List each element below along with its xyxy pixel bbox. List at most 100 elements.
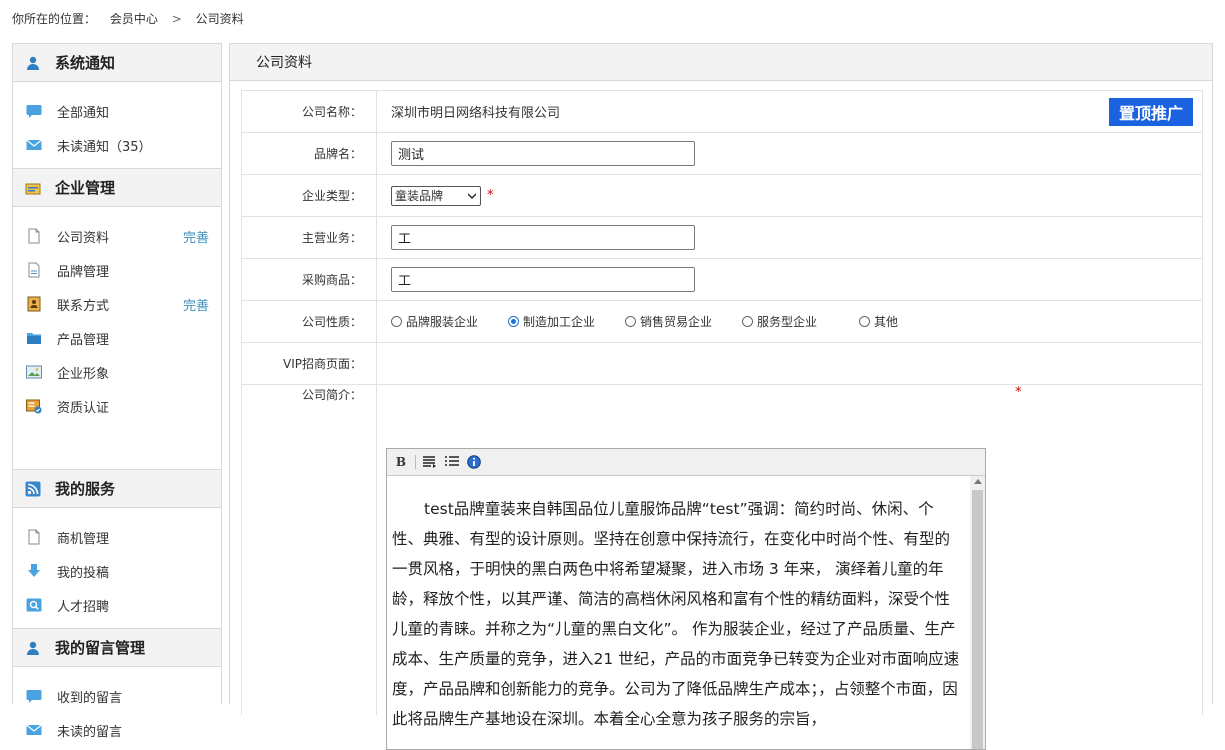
sidebar-section-title: 我的留言管理 <box>55 639 146 657</box>
editor-scrollbar[interactable] <box>970 476 985 749</box>
toolbar-divider <box>415 455 416 469</box>
download-arrow-icon <box>26 563 42 579</box>
company-type-label: 企业类型： <box>242 175 377 216</box>
info-button[interactable] <box>466 454 482 470</box>
main-panel: 公司资料 公司名称： 深圳市明日网络科技有限公司 置顶推广 品牌名： 企业类型：… <box>229 43 1213 750</box>
sidebar-section-title: 我的服务 <box>55 480 116 498</box>
list-icon <box>445 456 459 466</box>
sidebar-item[interactable]: 人才招聘 <box>13 588 221 622</box>
row-business: 主营业务： <box>242 217 1202 259</box>
indent-button[interactable] <box>422 454 438 470</box>
radio-brand-apparel[interactable]: 品牌服装企业 <box>391 313 478 330</box>
row-brand: 品牌名： <box>242 133 1202 175</box>
purchase-input[interactable] <box>391 267 695 292</box>
list-button[interactable] <box>444 454 460 470</box>
sidebar-item-list: 公司资料 完善 品牌管理联系方式 完善产品管理企业形象资质认证 <box>13 207 221 469</box>
radio-other[interactable]: 其他 <box>859 313 898 330</box>
sidebar-item[interactable]: 全部通知 <box>13 94 221 128</box>
breadcrumb-member-center[interactable]: 会员中心 <box>110 12 158 26</box>
sidebar-section-header[interactable]: 我的留言管理 <box>13 629 221 667</box>
sidebar-item-label: 企业形象 <box>57 366 110 382</box>
sidebar-item-label: 人才招聘 <box>57 599 110 615</box>
sidebar-item[interactable]: 产品管理 <box>13 321 221 355</box>
sidebar-item[interactable]: 我的投稿 <box>13 554 221 588</box>
sidebar-item-list: 全部通知 未读通知（35） <box>13 82 221 168</box>
sidebar-item-label: 未读的留言 <box>57 724 123 740</box>
radio-manufacturing[interactable]: 制造加工企业 <box>508 313 595 330</box>
sidebar-item[interactable]: 收到的留言 <box>13 679 221 713</box>
document-icon <box>26 529 42 545</box>
rich-text-editor[interactable]: B test品牌童装来自韩国品位儿童服饰品牌“test”强调：简约时尚、休闲、个… <box>386 448 986 750</box>
folder-icon <box>26 330 42 346</box>
chat-bubble-icon <box>26 688 42 704</box>
sidebar-item-label: 我的投稿 <box>57 565 110 581</box>
sidebar-item[interactable]: 品牌管理 <box>13 253 221 287</box>
info-icon <box>467 455 481 469</box>
sidebar-section: 我的留言管理 收到的留言未读的留言 <box>13 629 221 747</box>
row-company-name: 公司名称： 深圳市明日网络科技有限公司 置顶推广 <box>242 91 1202 133</box>
row-nature: 公司性质： 品牌服装企业 制造加工企业 销售贸易企业 服务型企业 其他 <box>242 301 1202 343</box>
search-card-icon <box>26 597 42 613</box>
certificate-icon <box>26 398 42 414</box>
breadcrumb-prefix: 你所在的位置： <box>12 12 97 26</box>
radio-sales-trade[interactable]: 销售贸易企业 <box>625 313 712 330</box>
breadcrumb: 你所在的位置： 会员中心 > 公司资料 <box>12 10 254 27</box>
sidebar-item[interactable]: 公司资料 完善 <box>13 219 221 253</box>
sidebar-section-header[interactable]: 我的服务 <box>13 470 221 508</box>
business-label: 主营业务： <box>242 217 377 258</box>
row-purchase: 采购商品： <box>242 259 1202 301</box>
sidebar-section: 我的服务商机管理我的投稿人才招聘 <box>13 470 221 629</box>
intro-text: test品牌童装来自韩国品位儿童服饰品牌“test”强调：简约时尚、休闲、个性、… <box>392 500 960 728</box>
sidebar-item-list: 商机管理我的投稿人才招聘 <box>13 508 221 628</box>
sidebar-item-label: 资质认证 <box>57 400 110 416</box>
breadcrumb-company-profile[interactable]: 公司资料 <box>196 12 244 26</box>
chevron-down-icon <box>468 193 476 199</box>
rss-icon <box>25 481 41 497</box>
sidebar-item-label: 联系方式 <box>57 298 110 314</box>
radio-dot-selected <box>508 316 519 327</box>
radio-dot <box>859 316 870 327</box>
bold-button[interactable]: B <box>393 454 409 470</box>
sidebar-item-label: 产品管理 <box>57 332 110 348</box>
editor-content[interactable]: test品牌童装来自韩国品位儿童服饰品牌“test”强调：简约时尚、休闲、个性、… <box>387 476 969 749</box>
page-title: 公司资料 <box>230 44 1212 81</box>
brand-label: 品牌名： <box>242 133 377 174</box>
required-mark-intro: * <box>1015 385 1022 400</box>
sidebar-item[interactable]: 资质认证 <box>13 389 221 423</box>
company-type-value: 童装品牌 <box>395 189 444 203</box>
required-mark: * <box>487 188 494 203</box>
scroll-up-arrow-icon[interactable] <box>974 479 982 484</box>
company-form: 公司名称： 深圳市明日网络科技有限公司 置顶推广 品牌名： 企业类型： 童装品牌… <box>241 90 1203 750</box>
editor-toolbar: B <box>387 449 985 476</box>
indent-icon <box>423 456 436 468</box>
company-type-select[interactable]: 童装品牌 <box>391 185 481 206</box>
sidebar-item[interactable]: 未读通知（35） <box>13 128 221 162</box>
row-vip-page: VIP招商页面： <box>242 343 1202 385</box>
intro-label: 公司简介： <box>242 385 377 715</box>
sidebar-item-label: 收到的留言 <box>57 690 123 706</box>
sidebar-item[interactable]: 联系方式 完善 <box>13 287 221 321</box>
breadcrumb-separator: > <box>171 12 182 26</box>
business-input[interactable] <box>391 225 695 250</box>
chat-bubble-icon <box>26 103 42 119</box>
sidebar-item[interactable]: 企业形象 <box>13 355 221 389</box>
briefcase-icon <box>25 180 41 196</box>
sidebar-section-header[interactable]: 系统通知 <box>13 44 221 82</box>
document-lines-icon <box>26 262 42 278</box>
radio-service[interactable]: 服务型企业 <box>742 313 817 330</box>
radio-dot <box>742 316 753 327</box>
sidebar-item[interactable]: 商机管理 <box>13 520 221 554</box>
radio-dot <box>625 316 636 327</box>
company-name-value: 深圳市明日网络科技有限公司 <box>391 106 561 121</box>
brand-input[interactable] <box>391 141 695 166</box>
complete-badge[interactable]: 完善 <box>183 227 209 246</box>
envelope-icon <box>26 137 42 153</box>
nature-label: 公司性质： <box>242 301 377 342</box>
promote-button[interactable]: 置顶推广 <box>1108 98 1193 126</box>
sidebar-item[interactable]: 未读的留言 <box>13 713 221 747</box>
sidebar-section-header[interactable]: 企业管理 <box>13 169 221 207</box>
document-icon <box>26 228 42 244</box>
radio-dot <box>391 316 402 327</box>
complete-badge[interactable]: 完善 <box>183 295 209 314</box>
scroll-thumb[interactable] <box>972 490 983 749</box>
